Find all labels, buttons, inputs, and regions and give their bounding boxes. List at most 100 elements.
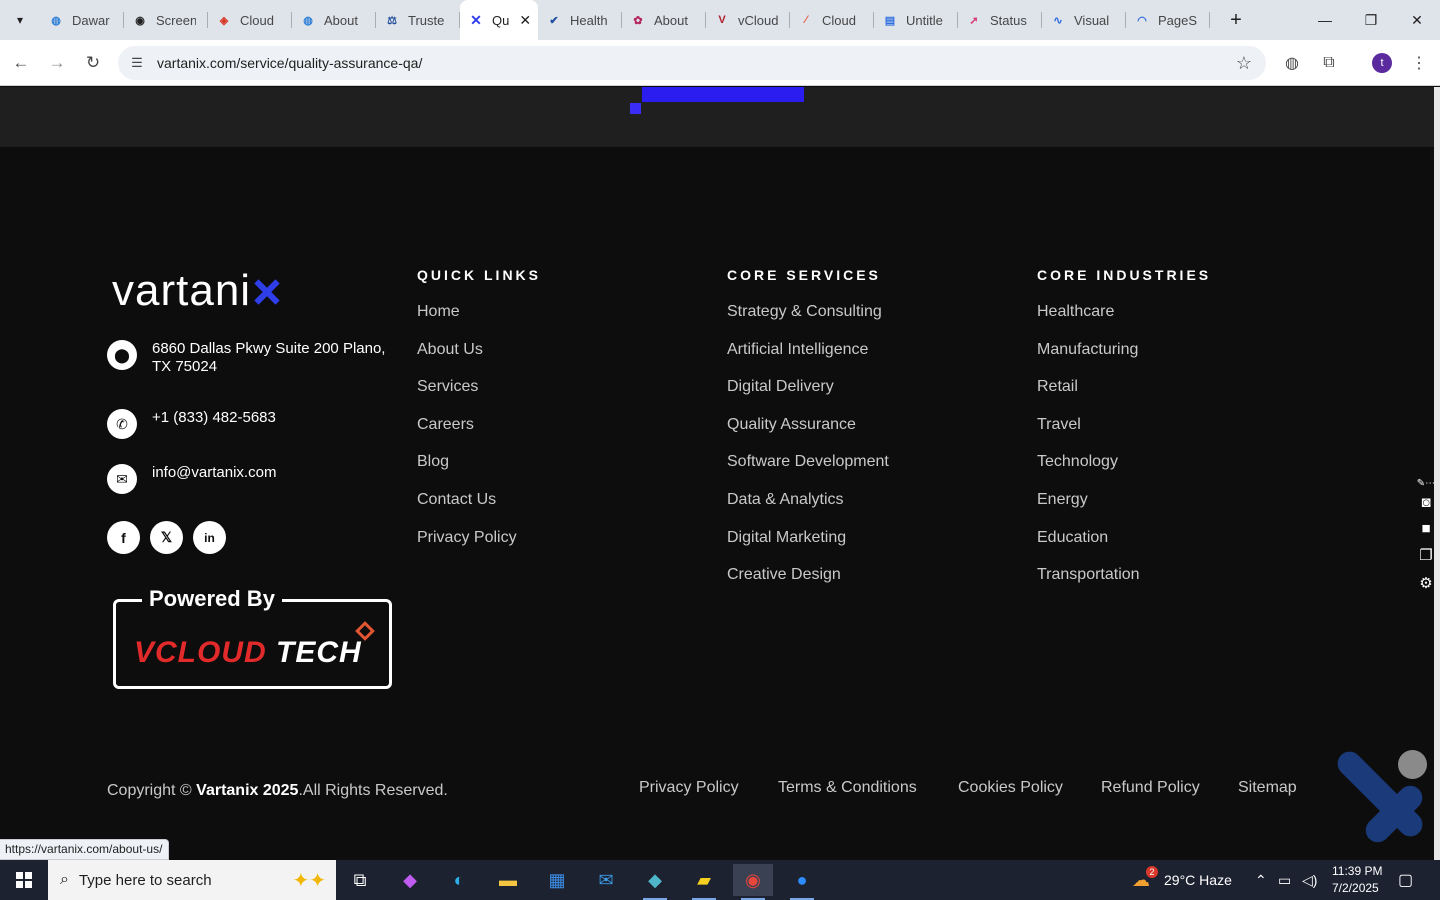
close-window-icon[interactable]: ✕ [1394,0,1440,40]
bookmark-star-icon[interactable]: ☆ [1236,53,1252,74]
profile-avatar[interactable]: t [1372,53,1392,73]
close-tab-icon[interactable]: ✕ [519,12,531,29]
file-explorer-icon[interactable]: ▬ [488,864,528,896]
tab-10[interactable]: ▤ Untitle [874,0,958,40]
link-manufacturing[interactable]: Manufacturing [1037,341,1138,359]
copilot-icon[interactable]: ◆ [390,864,430,896]
zoom-icon[interactable]: ● [782,864,822,900]
task-view-icon[interactable]: ⧉ [340,864,380,896]
video-tool-icon[interactable]: ■ [1416,518,1434,538]
tab-title: Cloud [822,12,856,28]
phone-link[interactable]: +1 (833) 482-5683 [152,409,392,427]
system-clock[interactable]: 11:39 PM 7/2/2025 [1332,863,1382,897]
volume-icon[interactable]: ◁) [1302,860,1317,900]
new-tab-button[interactable]: + [1224,8,1248,32]
pin-tool-icon[interactable]: ✎⋯ [1416,473,1434,493]
decorative-square [630,103,641,114]
link-digital-delivery[interactable]: Digital Delivery [727,378,834,396]
link-creative-design[interactable]: Creative Design [727,566,841,584]
tab-2[interactable]: ◈ Cloud [208,0,292,40]
tab-8[interactable]: VvCloud [706,0,790,40]
link-strategy-consulting[interactable]: Strategy & Consulting [727,303,882,321]
x-twitter-icon[interactable]: 𝕏 [150,521,183,554]
link-about-us[interactable]: About Us [417,341,483,359]
weather-text: 29°C Haze [1164,872,1232,888]
bottom-link-terms-conditions[interactable]: Terms & Conditions [778,779,917,797]
tab-6[interactable]: ✔ Health [538,0,622,40]
bottom-link-privacy-policy[interactable]: Privacy Policy [639,779,739,797]
tab-1[interactable]: ◉ Screen [124,0,208,40]
back-icon[interactable]: ← [8,50,34,76]
taskbar-search-box[interactable]: ⌕ Type here to search ✦✦ [48,860,336,900]
tab-search-chevron-icon[interactable]: ▾ [8,8,32,32]
notifications-icon[interactable]: ▢ [1398,860,1413,900]
link-careers[interactable]: Careers [417,416,474,434]
network-icon[interactable]: ▭ [1278,860,1291,900]
link-blog[interactable]: Blog [417,453,449,471]
translate-icon[interactable]: ◍ [1281,52,1303,74]
tab-9[interactable]: ⁄ Cloud [790,0,874,40]
link-quality-assurance[interactable]: Quality Assurance [727,416,856,434]
link-travel[interactable]: Travel [1037,416,1081,434]
cta-button[interactable] [642,87,804,102]
link-privacy-policy[interactable]: Privacy Policy [417,529,517,547]
sticky-notes-icon[interactable]: ▰ [684,864,724,900]
tab-12[interactable]: ∿ Visual [1042,0,1126,40]
tray-chevron-icon[interactable]: ⌃ [1255,860,1267,900]
link-data-analytics[interactable]: Data & Analytics [727,491,844,509]
tab-0[interactable]: ◍ Dawar [40,0,124,40]
page-scrollbar[interactable] [1434,87,1440,860]
start-button[interactable] [0,860,48,900]
store-icon[interactable]: ▦ [537,864,577,896]
link-education[interactable]: Education [1037,529,1108,547]
email-link[interactable]: info@vartanix.com [152,464,392,482]
link-retail[interactable]: Retail [1037,378,1078,396]
edge-icon[interactable]: ◐ [439,864,479,896]
bottom-link-sitemap[interactable]: Sitemap [1238,779,1297,797]
tab-3[interactable]: ◍ About [292,0,376,40]
reload-icon[interactable]: ↻ [80,50,106,76]
location-pin-icon: ⬤ [107,340,137,370]
link-digital-marketing[interactable]: Digital Marketing [727,529,846,547]
link-artificial-intelligence[interactable]: Artificial Intelligence [727,341,868,359]
maximize-icon[interactable]: ❐ [1348,0,1394,40]
link-technology[interactable]: Technology [1037,453,1118,471]
app-diamond-icon[interactable]: ◆ [635,864,675,900]
bottom-link-refund-policy[interactable]: Refund Policy [1101,779,1200,797]
tab-title: Screen [156,12,196,28]
site-info-icon[interactable]: ☰ [128,54,146,72]
extensions-icon[interactable]: ⧉ [1318,52,1340,74]
tab-13[interactable]: ◠ PageS [1126,0,1210,40]
url-text[interactable]: vartanix.com/service/quality-assurance-q… [157,55,422,71]
forward-icon[interactable]: → [44,50,70,76]
camera-tool-icon[interactable]: ◙ [1416,492,1434,512]
address-bar[interactable]: ☰ vartanix.com/service/quality-assurance… [118,46,1266,80]
link-services[interactable]: Services [417,378,478,396]
link-contact-us[interactable]: Contact Us [417,491,496,509]
window-tool-icon[interactable]: ❐ [1416,545,1434,565]
tab-11[interactable]: ➚ Status [958,0,1042,40]
link-transportation[interactable]: Transportation [1037,566,1140,584]
contact-email: ✉ info@vartanix.com [107,464,392,494]
core-industries-heading: CORE INDUSTRIES [1037,267,1212,283]
minimize-icon[interactable]: — [1302,0,1348,40]
mail-icon[interactable]: ✉ [586,864,626,896]
link-energy[interactable]: Energy [1037,491,1088,509]
menu-kebab-icon[interactable]: ⋮ [1408,52,1430,74]
settings-gear-icon[interactable]: ⚙ [1416,573,1434,593]
linkedin-icon[interactable]: in [193,521,226,554]
scroll-to-top-button[interactable] [1398,750,1427,779]
tab-5-active[interactable]: ✕ Qu ✕ [460,0,538,40]
link-healthcare[interactable]: Healthcare [1037,303,1114,321]
tab-7[interactable]: ✿ About [622,0,706,40]
flower-icon: ✿ [633,14,643,27]
bottom-link-cookies-policy[interactable]: Cookies Policy [958,779,1063,797]
facebook-icon[interactable]: f [107,521,140,554]
vartanix-logo[interactable]: vartani [112,269,280,313]
link-software-development[interactable]: Software Development [727,453,889,471]
tab-4[interactable]: ⚖ Truste [376,0,460,40]
powered-by-badge[interactable]: Powered By VCLOUD TECH [113,586,392,689]
weather-widget[interactable]: ☁ 2 29°C Haze [1132,860,1232,900]
link-home[interactable]: Home [417,303,460,321]
chrome-icon[interactable]: ◉ [733,864,773,900]
